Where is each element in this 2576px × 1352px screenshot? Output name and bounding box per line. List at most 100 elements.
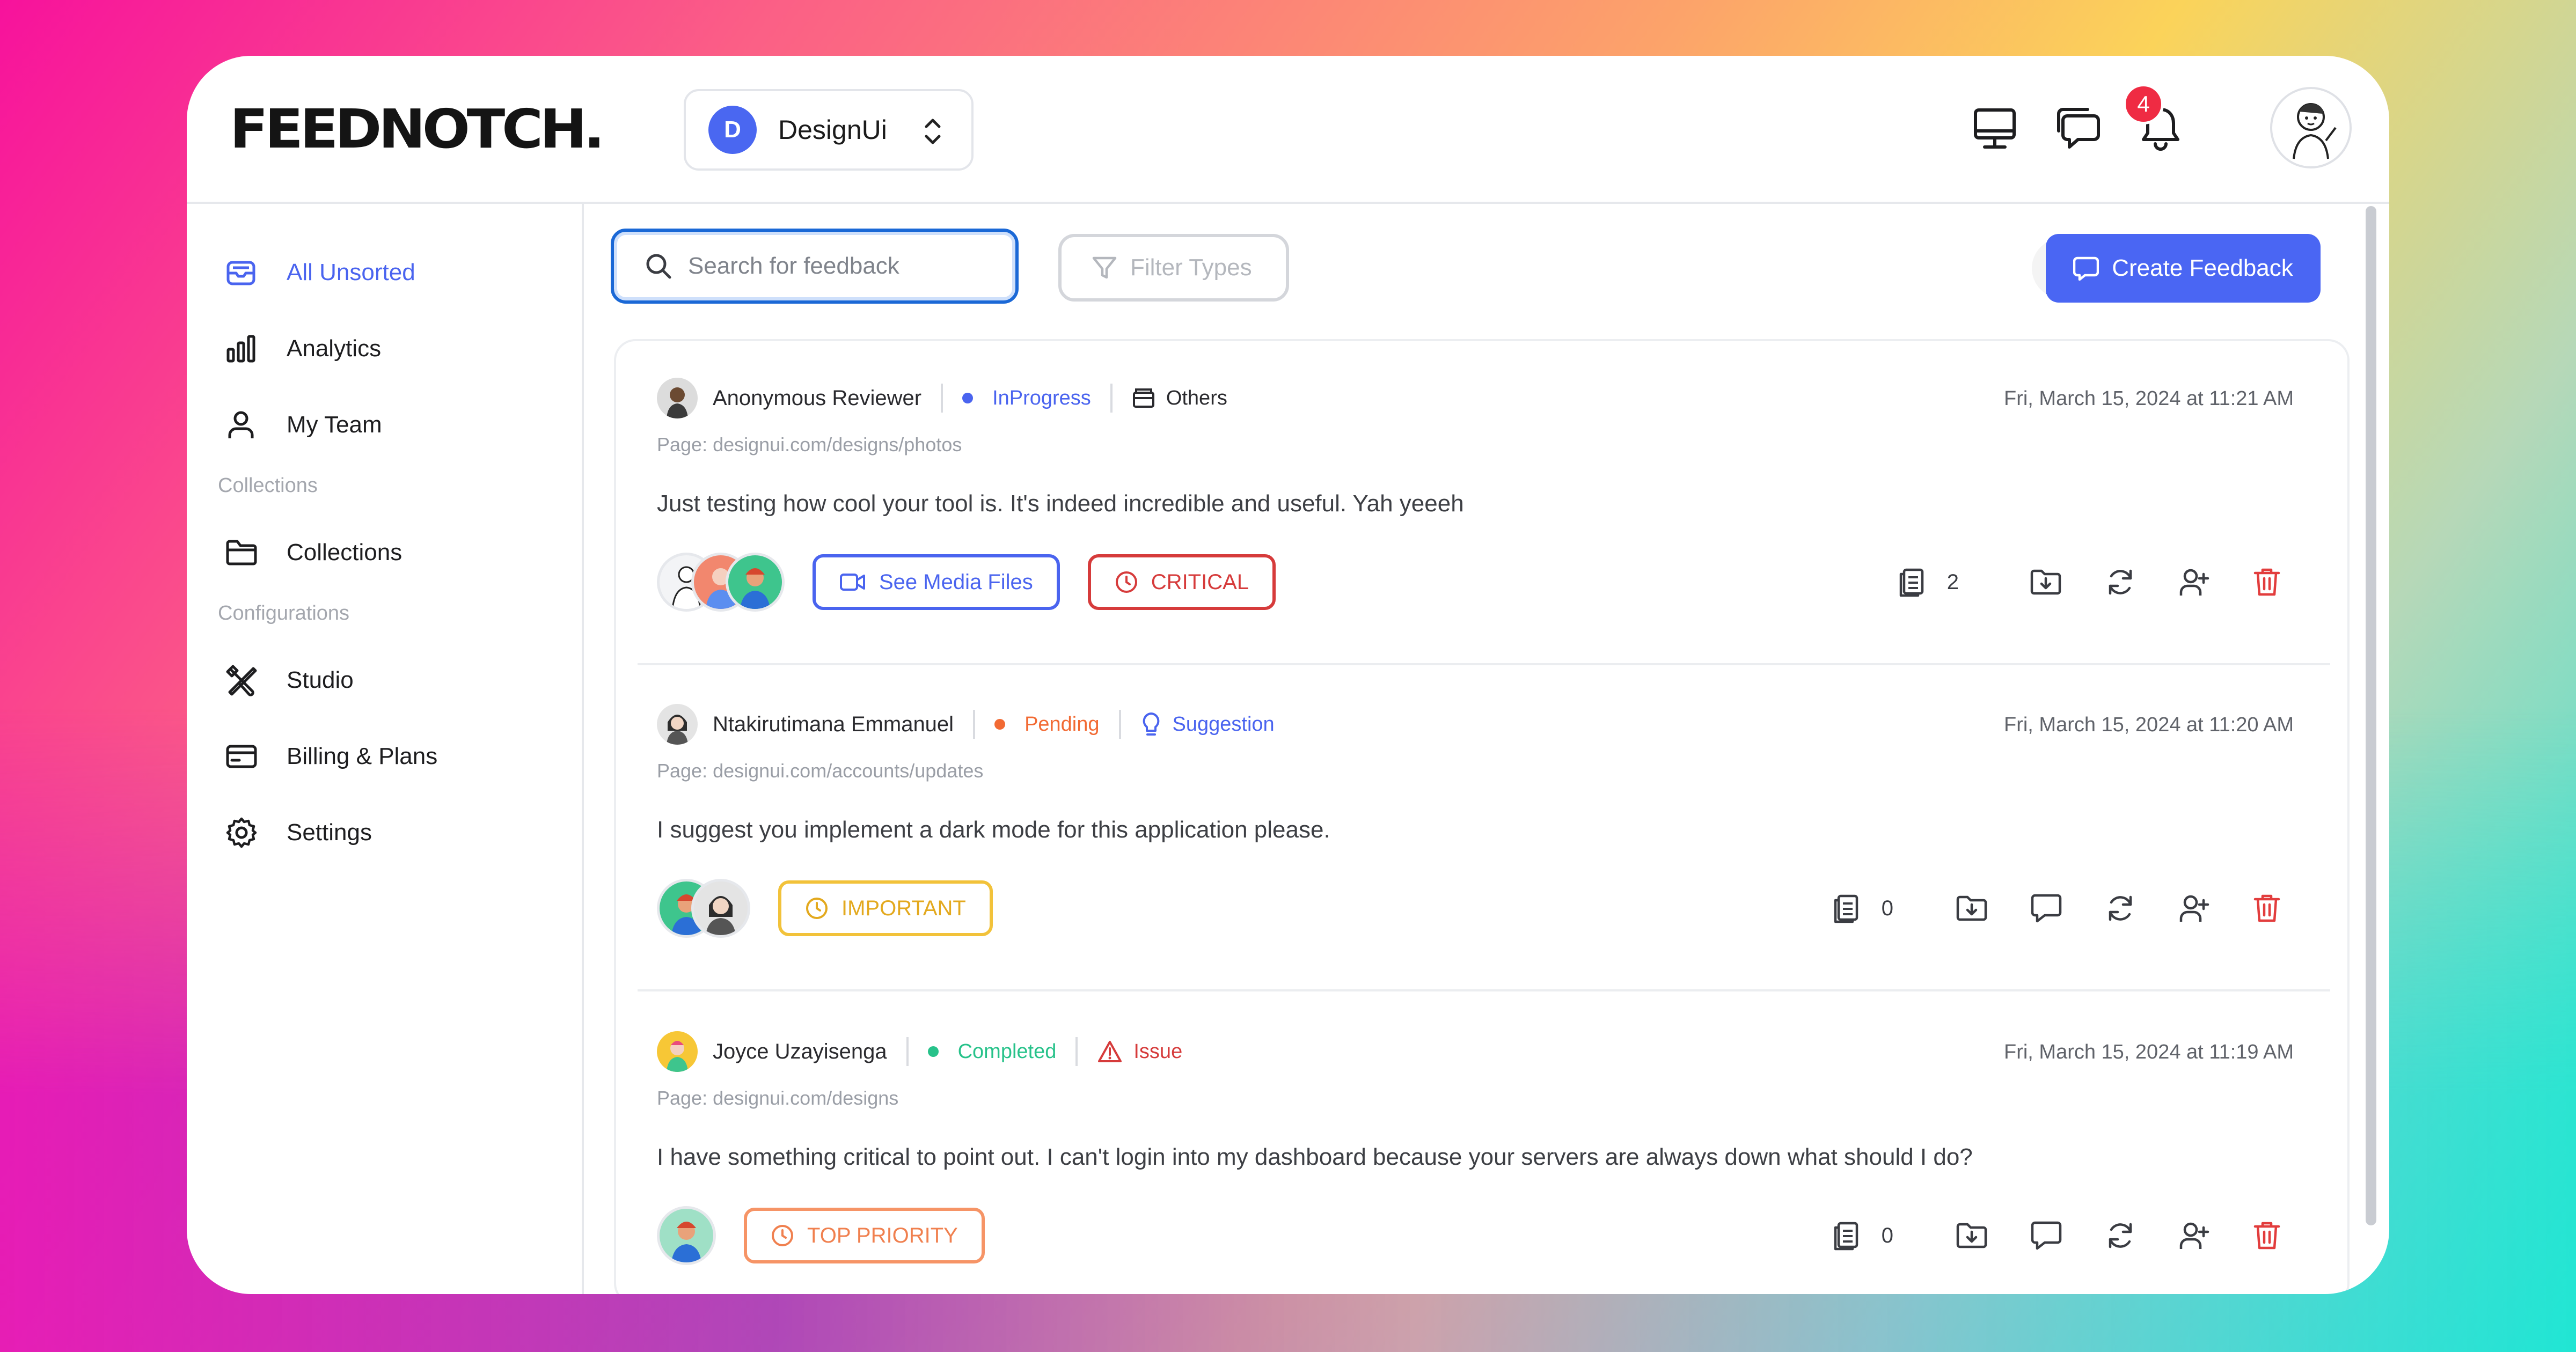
archive-button[interactable] [2030, 568, 2062, 597]
feedback-actions: See Media Files CRITICAL [657, 553, 1276, 612]
feedback-page: Page: designui.com/accounts/updates [657, 760, 984, 782]
copies-value: 2 [1946, 570, 1959, 594]
folder-download-icon [2030, 569, 2061, 595]
divider [638, 989, 2330, 991]
archive-button[interactable] [1956, 1221, 1988, 1250]
sidebar-item-analytics[interactable]: Analytics [225, 327, 381, 370]
copies-value: 0 [1881, 1223, 1893, 1247]
feedback-meta: Joyce Uzayisenga Completed Issue [657, 1031, 1182, 1072]
folder-download-icon [1956, 1223, 1987, 1248]
app-logo: FEEDNOTCH. [230, 98, 605, 160]
assignee-avatars[interactable] [657, 553, 785, 612]
assign-user-button[interactable] [2179, 567, 2210, 598]
folder-icon [226, 540, 257, 565]
lightbulb-icon [1143, 712, 1159, 736]
feedback-item[interactable]: Anonymous Reviewer InProgress Others Fri… [657, 378, 2315, 619]
author-name: Joyce Uzayisenga [713, 1039, 887, 1063]
tools-icon [226, 665, 257, 696]
search-icon [646, 254, 671, 279]
feedback-text: I have something critical to point out. … [657, 1144, 1973, 1170]
trash-icon [2253, 568, 2280, 596]
status-dot [962, 393, 974, 403]
status-label: InProgress [992, 386, 1091, 409]
clipboard-icon [1834, 894, 1858, 923]
notification-badge: 4 [2123, 84, 2164, 124]
app-window: FEEDNOTCH. D DesignUi 4 All Unsorted Ana… [187, 56, 2389, 1294]
create-feedback-button[interactable]: Create Feedback [2046, 234, 2321, 303]
refresh-icon [2109, 569, 2132, 595]
see-media-files-button[interactable]: See Media Files [813, 554, 1060, 610]
copies-count[interactable]: 0 [1832, 893, 1893, 924]
type-label: Issue [1133, 1040, 1183, 1063]
chevron-updown-icon [925, 119, 941, 144]
assignee-avatars[interactable] [657, 879, 750, 938]
feedback-item[interactable]: Joyce Uzayisenga Completed Issue Fri, Ma… [657, 1031, 2315, 1273]
warning-icon [1098, 1041, 1122, 1062]
search-input[interactable] [688, 253, 1010, 280]
sidebar-item-studio[interactable]: Studio [225, 659, 354, 702]
copies-count[interactable]: 0 [1832, 1220, 1893, 1251]
divider [1110, 384, 1113, 413]
sidebar-item-collections[interactable]: Collections [225, 531, 402, 574]
search-box[interactable] [611, 229, 1019, 304]
see-media-files-label: See Media Files [879, 570, 1033, 594]
monitor-icon[interactable] [1973, 107, 2017, 150]
feedback-date: Fri, March 15, 2024 at 11:20 AM [2003, 714, 2294, 736]
delete-button[interactable] [2253, 567, 2281, 598]
feedback-text: I suggest you implement a dark mode for … [657, 817, 1330, 843]
feedback-tools: 0 [1789, 1206, 2281, 1265]
archive-icon [1132, 388, 1154, 408]
user-icon [228, 411, 254, 438]
feedback-item[interactable]: Ntakirutimana Emmanuel Pending Suggestio… [657, 704, 2315, 945]
folder-download-icon [1956, 895, 1987, 921]
workspace-switcher[interactable]: D DesignUi [684, 89, 974, 171]
comment-button[interactable] [2031, 893, 2062, 923]
comment-button[interactable] [2031, 1221, 2062, 1251]
feedback-date: Fri, March 15, 2024 at 11:19 AM [2003, 1041, 2294, 1063]
priority-badge[interactable]: TOP PRIORITY [744, 1208, 985, 1263]
assignee-avatar [691, 879, 750, 938]
priority-badge[interactable]: CRITICAL [1087, 554, 1276, 610]
sidebar-item-all-unsorted[interactable]: All Unsorted [225, 251, 415, 294]
type-label: Suggestion [1172, 712, 1275, 736]
credit-card-icon [226, 745, 257, 768]
comment-icon [2031, 894, 2062, 923]
workspace-name: DesignUi [778, 115, 887, 145]
filter-types-button[interactable]: Filter Types [1058, 234, 1289, 302]
assignee-avatar [657, 1206, 716, 1265]
bar-chart-icon [226, 335, 255, 363]
sidebar-item-my-team[interactable]: My Team [225, 403, 382, 446]
sidebar-item-billing[interactable]: Billing & Plans [225, 735, 437, 778]
priority-label: TOP PRIORITY [807, 1223, 958, 1247]
archive-button[interactable] [1956, 894, 1988, 923]
delete-button[interactable] [2253, 1220, 2281, 1251]
user-plus-icon [2179, 895, 2209, 922]
sidebar-item-settings[interactable]: Settings [225, 811, 372, 854]
sidebar: All Unsorted Analytics My Team Collectio… [187, 204, 584, 1294]
refresh-button[interactable] [2105, 893, 2136, 924]
comment-icon [2031, 1221, 2062, 1250]
user-avatar[interactable] [2270, 87, 2352, 168]
user-illustration-icon [2293, 103, 2337, 159]
copies-value: 0 [1881, 896, 1893, 920]
priority-badge[interactable]: IMPORTANT [778, 880, 993, 936]
top-header: FEEDNOTCH. D DesignUi 4 [187, 56, 2389, 204]
assign-user-button[interactable] [2179, 1220, 2210, 1251]
feedback-actions: TOP PRIORITY [657, 1206, 985, 1265]
chat-bubbles-icon[interactable] [2055, 107, 2102, 150]
delete-button[interactable] [2253, 893, 2281, 924]
copies-count[interactable]: 2 [1898, 567, 1959, 598]
assign-user-button[interactable] [2179, 893, 2210, 924]
scrollbar[interactable] [2366, 206, 2376, 1225]
status-dot [994, 719, 1006, 730]
clipboard-icon [1834, 1222, 1858, 1251]
assignee-avatars[interactable] [657, 1206, 716, 1265]
refresh-icon [2109, 1223, 2132, 1248]
refresh-button[interactable] [2105, 1220, 2136, 1251]
refresh-icon [2109, 895, 2132, 921]
status-label: Completed [957, 1040, 1057, 1063]
gear-icon [226, 817, 257, 848]
refresh-button[interactable] [2105, 567, 2136, 598]
author-avatar [657, 704, 698, 745]
clipboard-icon [1899, 568, 1923, 597]
